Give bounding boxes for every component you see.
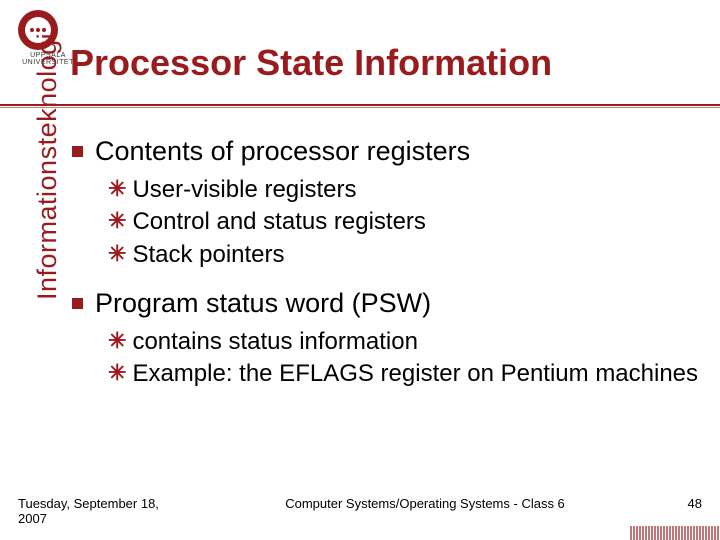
sub-bullet-text: contains status information [132, 327, 417, 358]
slide-body: Contents of processor registers ✳ User-v… [72, 125, 700, 406]
bullet-level2: ✳ Control and status registers [108, 207, 700, 238]
asterisk-bullet-icon: ✳ [108, 240, 126, 268]
sidebar-vertical-label: Informationsteknologi [32, 33, 63, 300]
asterisk-bullet-icon: ✳ [108, 327, 126, 355]
sub-bullet-text: Example: the EFLAGS register on Pentium … [132, 359, 698, 390]
square-bullet-icon [72, 146, 83, 157]
corner-stripe-decoration [630, 526, 720, 540]
asterisk-bullet-icon: ✳ [108, 207, 126, 235]
divider-thin [0, 107, 720, 108]
bullet-level2: ✳ Stack pointers [108, 240, 700, 271]
divider-main [0, 104, 720, 106]
bullet-text: Contents of processor registers [95, 135, 470, 169]
slide-header: UPPSALA UNIVERSITET Processor State Info… [0, 0, 720, 110]
slide-title: Processor State Information [70, 42, 710, 84]
sub-bullet-text: Stack pointers [132, 240, 284, 271]
bullet-text: Program status word (PSW) [95, 287, 431, 321]
footer-page-number: 48 [662, 496, 702, 511]
slide-footer: Tuesday, September 18, 2007 Computer Sys… [18, 496, 702, 526]
sub-bullet-text: Control and status registers [132, 207, 425, 238]
bullet-level2: ✳ Example: the EFLAGS register on Pentiu… [108, 359, 700, 390]
bullet-level1: Contents of processor registers ✳ User-v… [72, 135, 700, 271]
square-bullet-icon [72, 298, 83, 309]
footer-course: Computer Systems/Operating Systems - Cla… [188, 496, 662, 511]
bullet-level2: ✳ User-visible registers [108, 175, 700, 206]
sub-bullet-text: User-visible registers [132, 175, 356, 206]
asterisk-bullet-icon: ✳ [108, 359, 126, 387]
asterisk-bullet-icon: ✳ [108, 175, 126, 203]
footer-date: Tuesday, September 18, 2007 [18, 496, 188, 526]
bullet-level2: ✳ contains status information [108, 327, 700, 358]
bullet-level1: Program status word (PSW) ✳ contains sta… [72, 287, 700, 390]
